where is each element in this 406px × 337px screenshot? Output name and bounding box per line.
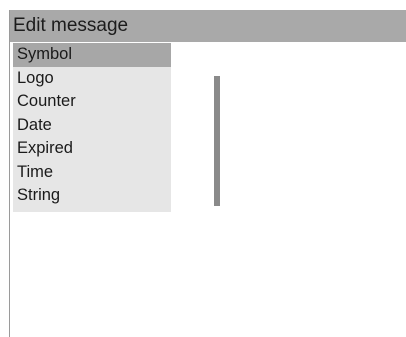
list-item-time[interactable]: Time (13, 161, 171, 185)
list-item-string[interactable]: String (13, 184, 171, 208)
vertical-divider (214, 76, 220, 206)
list-item-date[interactable]: Date (13, 114, 171, 138)
list-item-expired[interactable]: Expired (13, 137, 171, 161)
list-item-counter[interactable]: Counter (13, 90, 171, 114)
list-item-logo[interactable]: Logo (13, 67, 171, 91)
element-type-list[interactable]: Symbol Logo Counter Date Expired Time St… (13, 43, 171, 212)
window-title: Edit message (10, 10, 406, 42)
list-item-symbol[interactable]: Symbol (13, 43, 171, 67)
